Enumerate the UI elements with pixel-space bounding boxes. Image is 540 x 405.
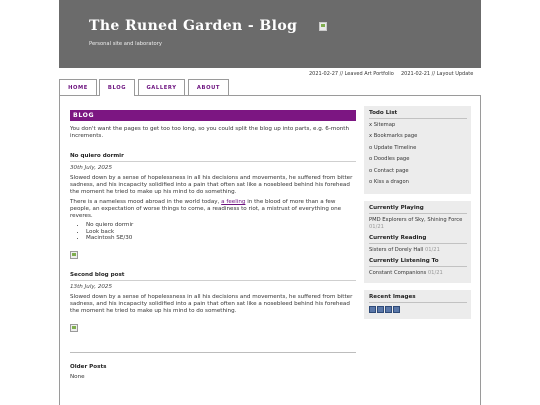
- post-image-icon[interactable]: [70, 250, 78, 259]
- post-title: No quiero dormir: [70, 153, 356, 162]
- image-thumbnail[interactable]: [385, 306, 392, 314]
- todo-panel: Todo List x Sitemap x Bookmarks page o U…: [364, 106, 471, 195]
- tab-about[interactable]: About: [188, 79, 229, 95]
- date-label: 01/21: [427, 270, 443, 277]
- currently-playing-title: Currently Playing: [369, 205, 467, 215]
- blog-post: No quiero dormir 30th July, 2025 Slowed …: [70, 153, 356, 259]
- section-title: Blog: [70, 110, 356, 121]
- site-title: The Runed Garden - Blog: [89, 18, 298, 34]
- post-date: 30th July, 2025: [70, 165, 113, 171]
- currently-reading-title: Currently Reading: [369, 235, 467, 245]
- todo-item: o Contact page: [369, 167, 409, 174]
- recent-images-panel: Recent Images: [364, 290, 471, 320]
- date-label: 01/21: [424, 247, 440, 254]
- image-thumbnail[interactable]: [377, 306, 384, 314]
- older-posts: Older Posts None: [70, 364, 356, 381]
- image-thumbnail[interactable]: [393, 306, 400, 314]
- update-entry: 2021-02-21 // Layout Update: [401, 71, 474, 77]
- currently-listening-title: Currently Listening To: [369, 258, 467, 268]
- page: The Runed Garden - Blog Personal site an…: [59, 0, 481, 405]
- main-column: Blog You don't want the pages to get too…: [70, 110, 356, 381]
- post-date: 13th July, 2025: [70, 283, 113, 290]
- tab-gallery[interactable]: Gallery: [138, 79, 185, 95]
- currently-listening-value: Constant Companions 01/21: [369, 270, 443, 277]
- currently-playing-value: PMD Explorers of Sky, Shining Force 01/21: [369, 217, 463, 231]
- recent-images-title: Recent Images: [369, 294, 467, 304]
- update-entry: 2021-02-27 // Leaved Art Portfolio: [309, 71, 394, 77]
- todo-item: x Bookmarks page: [369, 133, 418, 140]
- todo-item: x Sitemap: [369, 122, 396, 128]
- post-paragraph: Slowed down by a sense of hopelessness i…: [70, 293, 353, 314]
- site-subtitle: Personal site and laboratory: [89, 41, 162, 47]
- blog-post: Second blog post 13th July, 2025 Slowed …: [70, 272, 356, 332]
- post-list: No quiero dormir Look back Macintosh SE/…: [70, 222, 356, 242]
- todo-item: o Update Timeline: [369, 144, 417, 151]
- list-item: Macintosh SE/30: [86, 235, 356, 242]
- older-posts-heading: Older Posts: [70, 363, 107, 370]
- content-area: Blog You don't want the pages to get too…: [59, 95, 481, 405]
- post-title: Second blog post: [70, 272, 356, 281]
- image-thumbnail[interactable]: [369, 306, 376, 314]
- currently-reading-value: Sisters of Dorely Hall 01/21: [369, 247, 440, 254]
- broken-image-icon: [319, 22, 327, 31]
- currently-panel: Currently Playing PMD Explorers of Sky, …: [364, 201, 471, 284]
- intro-text: You don't want the pages to get too too …: [70, 126, 350, 139]
- divider: [70, 351, 356, 353]
- feeling-link[interactable]: a feeling: [221, 199, 245, 205]
- sidebar: Todo List x Sitemap x Bookmarks page o U…: [364, 106, 471, 326]
- post-paragraph: There is a nameless mood abroad in the w…: [70, 199, 342, 219]
- todo-title: Todo List: [369, 110, 467, 119]
- tab-home[interactable]: Home: [59, 79, 97, 95]
- post-image-icon[interactable]: [70, 323, 78, 332]
- post-paragraph: Slowed down by a sense of hopelessness i…: [70, 175, 353, 195]
- todo-item: o Doodles page: [369, 156, 410, 163]
- image-thumbs: [369, 306, 467, 314]
- todo-item: o Kiss a dragon: [369, 179, 409, 186]
- tab-blog[interactable]: Blog: [99, 79, 135, 96]
- date-label: 01/21: [369, 224, 384, 231]
- site-header: The Runed Garden - Blog Personal site an…: [59, 0, 481, 68]
- older-posts-value: None: [70, 373, 85, 380]
